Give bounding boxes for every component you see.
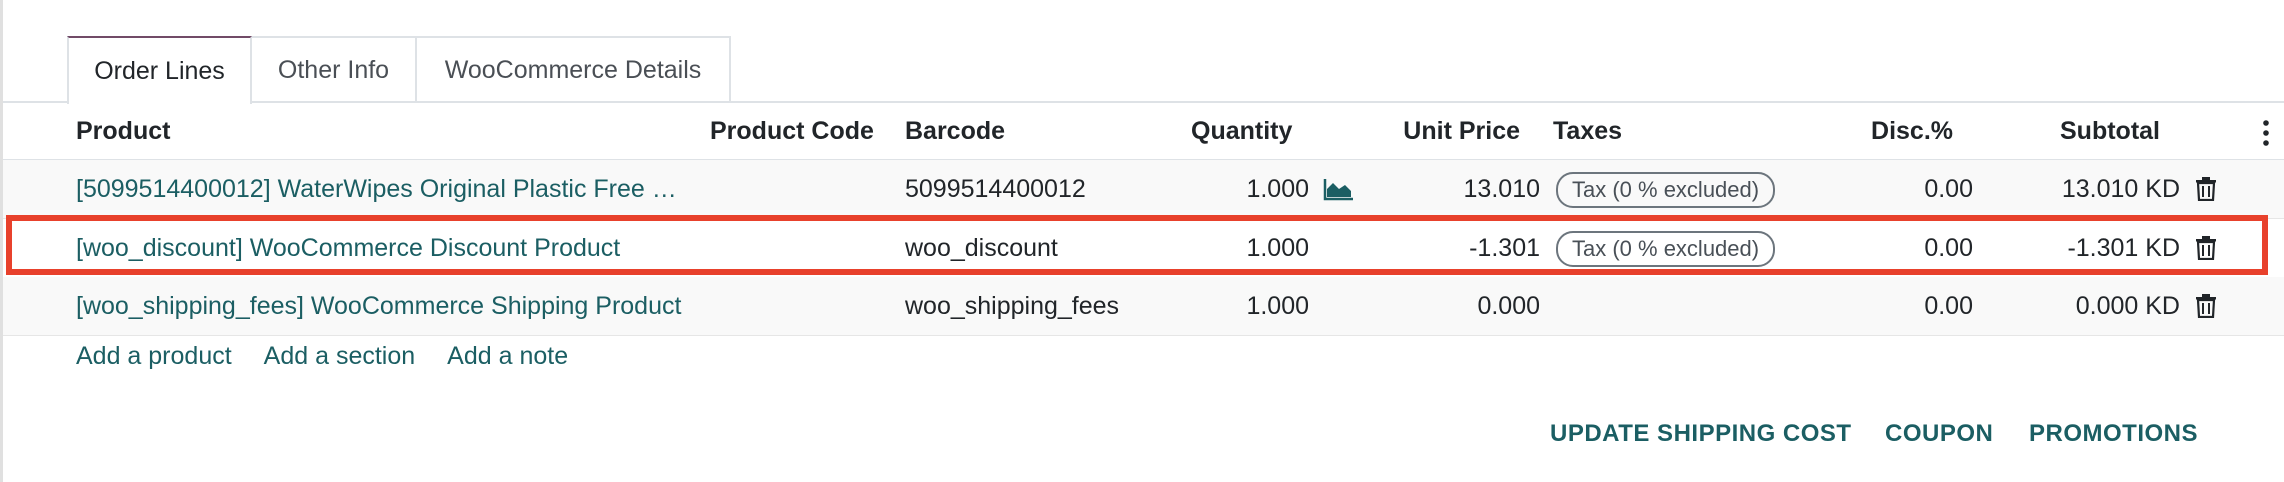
promotions-button[interactable]: PROMOTIONS — [2029, 420, 2198, 448]
trash-icon[interactable] — [2195, 177, 2217, 201]
product-cell[interactable]: [woo_shipping_fees] WooCommerce Shipping… — [76, 277, 696, 335]
column-header-product[interactable]: Product — [76, 103, 170, 159]
subtotal-cell: 0.000 KD — [2075, 292, 2180, 320]
discount-cell[interactable]: 0.00 — [1803, 277, 1973, 335]
forecast-chart-icon[interactable] — [1323, 177, 1355, 201]
product-cell[interactable]: [woo_discount] WooCommerce Discount Prod… — [76, 219, 696, 277]
coupon-button[interactable]: COUPON — [1885, 420, 1993, 448]
trash-icon[interactable] — [2195, 236, 2217, 260]
quantity-cell[interactable]: 1.000 — [1153, 219, 1309, 277]
quantity-cell[interactable]: 1.000 — [1153, 160, 1309, 218]
optional-columns-icon[interactable] — [2263, 120, 2269, 146]
product-cell[interactable]: [5099514400012] WaterWipes Original Plas… — [76, 160, 696, 218]
quantity-cell[interactable]: 1.000 — [1153, 277, 1309, 335]
unit-price-cell[interactable]: -1.301 — [1363, 219, 1540, 277]
product-code-cell[interactable] — [710, 219, 890, 277]
table-row[interactable]: [woo_discount] WooCommerce Discount Prod… — [3, 219, 2284, 278]
column-header-product-code[interactable]: Product Code — [710, 103, 874, 159]
add-note-link[interactable]: Add a note — [447, 342, 568, 371]
table-row[interactable]: [woo_shipping_fees] WooCommerce Shipping… — [3, 277, 2284, 336]
tab-woocommerce-details[interactable]: WooCommerce Details — [415, 36, 731, 102]
column-header-subtotal[interactable]: Subtotal — [2033, 103, 2160, 159]
barcode-cell[interactable]: 5099514400012 — [905, 160, 1145, 218]
subtotal-cell: 13.010 KD — [2061, 175, 2180, 203]
product-code-cell[interactable] — [710, 160, 890, 218]
subtotal-cell: -1.301 KD — [2067, 234, 2180, 262]
trash-icon[interactable] — [2195, 294, 2217, 318]
add-product-link[interactable]: Add a product — [76, 342, 232, 371]
notebook-tabs: Order Lines Other Info WooCommerce Detai… — [67, 36, 731, 104]
column-header-quantity[interactable]: Quantity — [1191, 103, 1292, 159]
discount-cell[interactable]: 0.00 — [1803, 219, 1973, 277]
product-code-cell[interactable] — [710, 277, 890, 335]
barcode-cell[interactable]: woo_discount — [905, 219, 1145, 277]
tab-order-lines[interactable]: Order Lines — [67, 36, 252, 104]
order-lines-header: Product Product Code Barcode Quantity Un… — [3, 103, 2284, 161]
tab-other-info[interactable]: Other Info — [250, 36, 417, 102]
table-row[interactable]: [5099514400012] WaterWipes Original Plas… — [3, 160, 2284, 219]
update-shipping-cost-button[interactable]: UPDATE SHIPPING COST — [1550, 420, 1852, 448]
column-header-discount[interactable]: Disc.% — [1803, 103, 1953, 159]
add-line-links: Add a product Add a section Add a note — [76, 342, 568, 371]
column-header-taxes[interactable]: Taxes — [1553, 103, 1622, 159]
column-header-barcode[interactable]: Barcode — [905, 103, 1005, 159]
add-section-link[interactable]: Add a section — [264, 342, 416, 371]
unit-price-cell[interactable]: 0.000 — [1363, 277, 1540, 335]
barcode-cell[interactable]: woo_shipping_fees — [905, 277, 1125, 335]
unit-price-cell[interactable]: 13.010 — [1363, 160, 1540, 218]
column-header-unit-price[interactable]: Unit Price — [1343, 103, 1520, 159]
discount-cell[interactable]: 0.00 — [1803, 160, 1973, 218]
tax-badge[interactable]: Tax (0 % excluded) — [1556, 231, 1776, 267]
tax-badge[interactable]: Tax (0 % excluded) — [1556, 172, 1776, 208]
